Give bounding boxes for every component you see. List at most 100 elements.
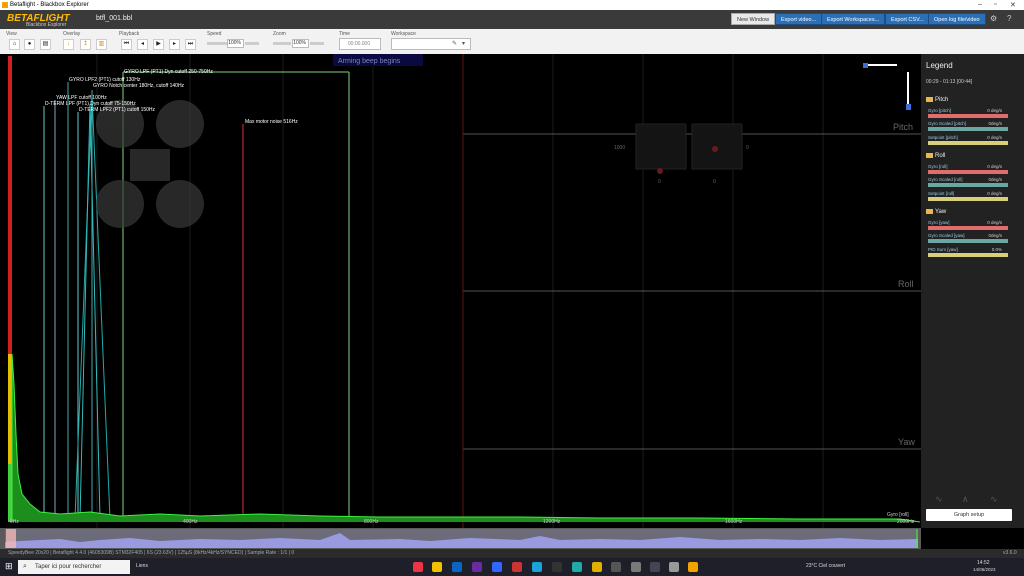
jump-start-icon[interactable]: ⏮ [121, 39, 132, 50]
filter-label-gyro-notch: GYRO Notch center 180Hz, cutoff 140Hz [93, 83, 185, 89]
table-view-icon[interactable]: ▤ [40, 39, 51, 50]
windows-start-icon[interactable]: ⊞ [5, 561, 13, 572]
premiere-icon[interactable] [472, 562, 482, 572]
app-dark-icon[interactable] [552, 562, 562, 572]
weather-widget[interactable]: 23°C Ciel couvert [806, 563, 845, 569]
legend-item-setpoint-pitch[interactable]: Setpoint [pitch] [928, 135, 958, 140]
legend-value-gyro-yaw: 0 deg/s [987, 220, 1002, 225]
export-csv-button[interactable]: Export CSV... [885, 13, 930, 25]
filter-label-dterm-lpf2: D-TERM LPF2 (PT1) cutoff 150Hz [79, 107, 156, 113]
chrome-icon[interactable] [413, 562, 423, 572]
legend-value-gyro-scaled-pitch: 0deg/s [988, 121, 1002, 126]
legend-value-pid-sum-yaw: 0.0% [991, 247, 1002, 252]
graph-canvas[interactable]: Arming beep begins GYRO LPF (PT1) Dyn cu… [0, 54, 921, 528]
graph-setup-button[interactable]: Graph setup [926, 509, 1012, 521]
legend-value-gyro-roll: 0 deg/s [987, 164, 1002, 169]
minimize-button[interactable]: – [978, 1, 982, 8]
app-blue-icon[interactable] [532, 562, 542, 572]
status-bar: SpeedyBee 20x20 | Betaflight 4.4.0 (4605… [0, 549, 1024, 558]
app-dark2-icon[interactable] [650, 562, 660, 572]
app-grey-icon[interactable] [611, 562, 621, 572]
legend-value-gyro-scaled-yaw: 0deg/s [988, 233, 1002, 238]
legend-item-gyro-yaw[interactable]: Gyro [yaw] [928, 220, 950, 225]
speed-slider[interactable] [207, 42, 227, 45]
step-back-icon[interactable]: ◂ [137, 39, 148, 50]
legend-group-yaw[interactable]: Yaw [926, 209, 946, 215]
speed-field[interactable]: 100% [227, 39, 244, 48]
overlay-marker-out-icon[interactable]: ↥ [80, 39, 91, 50]
axis-label-roll: Roll [898, 279, 914, 289]
x-tick-1200hz: 1200Hz [543, 519, 561, 525]
logo-subtitle: Blackbox Explorer [26, 22, 67, 28]
close-window-button[interactable]: ✕ [1010, 1, 1016, 9]
app-red-icon[interactable] [512, 562, 522, 572]
app-light-icon[interactable] [669, 562, 679, 572]
folder-icon [926, 97, 933, 102]
legend-group-roll[interactable]: Roll [926, 153, 945, 159]
legend-value-gyro-pitch: 0 deg/s [987, 108, 1002, 113]
search-icon: ⌕ [23, 563, 27, 570]
x-tick-0hz: 0Hz [10, 519, 19, 525]
legend-item-gyro-pitch[interactable]: Gyro [pitch] [928, 108, 951, 113]
playback-label: Playback [119, 31, 140, 37]
legend-bar-gyro-pitch [928, 114, 1008, 118]
play-icon[interactable]: ▶ [153, 39, 164, 50]
gear-icon[interactable]: ⚙ [990, 14, 997, 23]
log-info-icon[interactable]: ● [24, 39, 35, 50]
betaflight-taskbar-icon[interactable] [688, 562, 698, 572]
zoom-field[interactable]: 100% [292, 39, 309, 48]
workspace-select[interactable]: ✎ ▾ [391, 38, 471, 50]
export-workspaces-button[interactable]: Export Workspaces... [821, 13, 886, 25]
spectrum-icon[interactable]: ∧ [962, 494, 969, 505]
status-text: SpeedyBee 20x20 | Betaflight 4.4.0 (4605… [8, 550, 295, 556]
axis-label-pitch: Pitch [893, 122, 914, 132]
linkedin-icon[interactable] [452, 562, 462, 572]
chevron-down-icon[interactable]: ▾ [462, 40, 465, 47]
export-video-button[interactable]: Export video... [775, 13, 823, 25]
zoom-slider[interactable] [273, 42, 291, 45]
file-explorer-icon[interactable] [432, 562, 442, 572]
speed-slider-track[interactable] [245, 42, 259, 45]
app-grey2-icon[interactable] [631, 562, 641, 572]
stick-value-label: 1000 [614, 145, 626, 151]
curve-icon[interactable]: ∿ [935, 494, 943, 505]
maximize-button[interactable]: ▫ [994, 1, 996, 8]
legend-item-pid-sum-yaw[interactable]: PID Sum [yaw] [928, 247, 958, 252]
home-icon[interactable]: ⌂ [9, 39, 20, 50]
filter-label-max-motor-noise: Max motor noise 516Hz [245, 119, 298, 125]
taskbar-search-input[interactable]: ⌕ Taper ici pour rechercher [18, 560, 130, 574]
spectrum-series-label: Gyro [roll] [887, 512, 909, 518]
folder-icon [926, 153, 933, 158]
legend-bar-setpoint-roll [928, 197, 1008, 201]
folder-icon [926, 209, 933, 214]
overlay-stats-icon[interactable]: ▥ [96, 39, 107, 50]
jump-end-icon[interactable]: ⏭ [185, 39, 196, 50]
app-yellow-icon[interactable] [592, 562, 602, 572]
time-label: Time [339, 31, 350, 37]
taskbar-links[interactable]: Liens [136, 563, 148, 569]
edit-icon[interactable]: ✎ [452, 40, 457, 47]
taskbar-date[interactable]: 14/06/2023 [973, 567, 996, 572]
legend-item-setpoint-roll[interactable]: Setpoint [roll] [928, 191, 954, 196]
version-label: v3.6.0 [1003, 550, 1017, 556]
help-icon[interactable]: ? [1007, 14, 1011, 23]
stick-zero-c: 0 [746, 145, 749, 151]
legend-item-gyro-roll[interactable]: Gyro [roll] [928, 164, 948, 169]
seek-bar[interactable] [0, 528, 921, 549]
zoom-label: Zoom [273, 31, 286, 37]
taskbar-clock[interactable]: 14:52 [977, 560, 990, 566]
overlay-marker-in-icon[interactable]: ↓ [63, 39, 74, 50]
step-forward-icon[interactable]: ▸ [169, 39, 180, 50]
open-log-file-button[interactable]: Open log file/video [928, 13, 986, 25]
window-title: Betaflight - Blackbox Explorer [10, 2, 89, 8]
motor-icon[interactable]: ∿ [990, 494, 998, 505]
legend-group-pitch[interactable]: Pitch [926, 97, 948, 103]
zoom-slider-track[interactable] [310, 42, 324, 45]
app-icon [2, 2, 8, 8]
app-c-icon[interactable] [492, 562, 502, 572]
x-tick-800hz: 800Hz [364, 519, 379, 525]
time-field[interactable]: 00:00.000 [339, 38, 381, 50]
legend-item-gyro-scaled-roll[interactable]: Gyro Scaled [roll] [928, 177, 963, 182]
new-window-button[interactable]: New Window [731, 13, 776, 25]
app-teal-icon[interactable] [572, 562, 582, 572]
